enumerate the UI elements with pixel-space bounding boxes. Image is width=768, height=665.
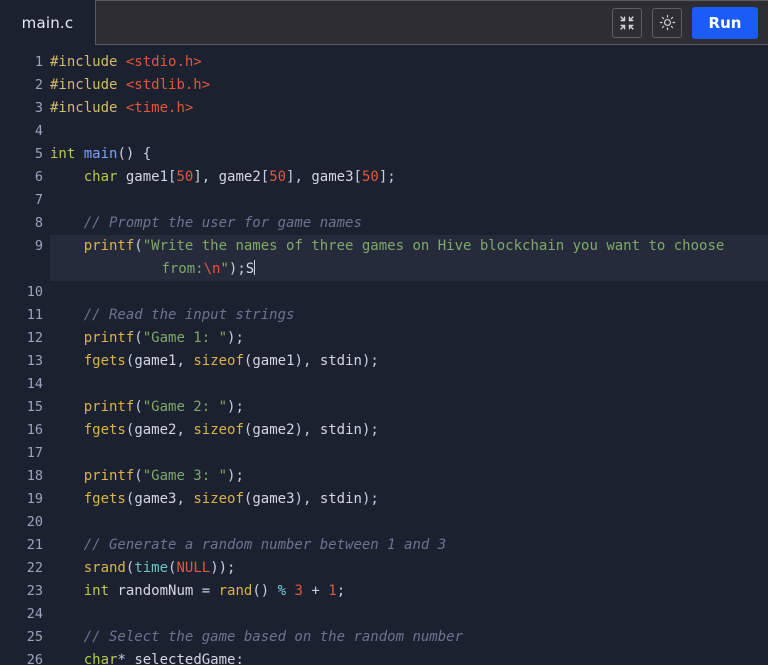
- code-line: 16 fgets(game2, sizeof(game2), stdin);: [0, 419, 768, 442]
- line-number: 17: [26, 445, 43, 461]
- line-content[interactable]: fgets(game3, sizeof(game3), stdin);: [50, 488, 768, 511]
- line-number: 25: [26, 629, 43, 645]
- line-number: 24: [26, 606, 43, 622]
- line-number: 22: [26, 560, 43, 576]
- run-button[interactable]: Run: [692, 6, 758, 39]
- text-cursor: [254, 260, 256, 275]
- line-number: 12: [26, 330, 43, 346]
- line-number: 26: [26, 652, 43, 665]
- line-number: 2: [34, 77, 43, 93]
- code-line: 3 #include <time.h>: [0, 97, 768, 120]
- code-area[interactable]: 1 #include <stdio.h> 2 #include <stdlib.…: [0, 45, 768, 665]
- line-number: 6: [34, 169, 43, 185]
- code-line: 23 int randomNum = rand() % 3 + 1;: [0, 580, 768, 603]
- line-content[interactable]: printf("Write the names of three games o…: [50, 235, 768, 281]
- code-line: 5 ▾ int main() {: [0, 143, 768, 166]
- code-line: 4: [0, 120, 768, 143]
- code-line: 25 // Select the game based on the rando…: [0, 626, 768, 649]
- fold-toggle-icon[interactable]: ▾: [47, 143, 57, 166]
- line-content[interactable]: char* selectedGame:: [50, 649, 768, 665]
- line-content[interactable]: char game1[50], game2[50], game3[50];: [50, 166, 768, 189]
- line-number: 23: [26, 583, 43, 599]
- code-line: 24: [0, 603, 768, 626]
- line-content[interactable]: printf("Game 3: ");: [50, 465, 768, 488]
- line-content[interactable]: fgets(game1, sizeof(game1), stdin);: [50, 350, 768, 373]
- line-number: 8: [34, 215, 43, 231]
- code-line-active: 9 printf("Write the names of three games…: [0, 235, 768, 281]
- line-number-text: 5: [34, 146, 43, 162]
- line-number: 9: [34, 238, 43, 254]
- code-line: 15 printf("Game 2: ");: [0, 396, 768, 419]
- code-line: 21 // Generate a random number between 1…: [0, 534, 768, 557]
- line-number: 19: [26, 491, 43, 507]
- line-number: 15: [26, 399, 43, 415]
- code-line: 1 #include <stdio.h>: [0, 51, 768, 74]
- line-number: 4: [34, 123, 43, 139]
- line-content[interactable]: // Prompt the user for game names: [50, 212, 768, 235]
- code-editor-window: main.c Run 1 #include <stdio.h> 2 #inclu…: [0, 0, 768, 665]
- line-number: 20: [26, 514, 43, 530]
- line-number: 21: [26, 537, 43, 553]
- code-line: 7: [0, 189, 768, 212]
- code-line: 12 printf("Game 1: ");: [0, 327, 768, 350]
- line-content[interactable]: printf("Game 2: ");: [50, 396, 768, 419]
- code-line: 14: [0, 373, 768, 396]
- sun-icon[interactable]: [652, 7, 682, 38]
- code-line: 8 // Prompt the user for game names: [0, 212, 768, 235]
- line-content[interactable]: // Select the game based on the random n…: [50, 626, 768, 649]
- code-line: 13 fgets(game1, sizeof(game1), stdin);: [0, 350, 768, 373]
- line-content[interactable]: int main() {: [50, 143, 768, 166]
- toolbar: Run: [95, 0, 768, 45]
- line-number: 14: [26, 376, 43, 392]
- line-content[interactable]: srand(time(NULL));: [50, 557, 768, 580]
- line-content[interactable]: // Generate a random number between 1 an…: [50, 534, 768, 557]
- line-content[interactable]: #include <stdio.h>: [50, 51, 768, 74]
- code-line: 26 char* selectedGame:: [0, 649, 768, 665]
- tab-label: main.c: [21, 13, 74, 32]
- tab-main-c[interactable]: main.c: [0, 0, 95, 45]
- line-number: 5 ▾: [0, 143, 57, 166]
- line-number: 3: [34, 100, 43, 116]
- line-content[interactable]: int randomNum = rand() % 3 + 1;: [50, 580, 768, 603]
- collapse-arrows-icon[interactable]: [612, 7, 642, 38]
- line-content[interactable]: printf("Game 1: ");: [50, 327, 768, 350]
- code-line: 10: [0, 281, 768, 304]
- line-number: 1: [34, 54, 43, 70]
- code-line: 6 char game1[50], game2[50], game3[50];: [0, 166, 768, 189]
- line-content[interactable]: #include <time.h>: [50, 97, 768, 120]
- code-line: 20: [0, 511, 768, 534]
- line-content[interactable]: fgets(game2, sizeof(game2), stdin);: [50, 419, 768, 442]
- editor-header: main.c Run: [0, 0, 768, 45]
- code-line: 11 // Read the input strings: [0, 304, 768, 327]
- code-line: 18 printf("Game 3: ");: [0, 465, 768, 488]
- line-number: 18: [26, 468, 43, 484]
- line-number: 11: [26, 307, 43, 323]
- line-content[interactable]: #include <stdlib.h>: [50, 74, 768, 97]
- code-line: 22 srand(time(NULL));: [0, 557, 768, 580]
- line-number: 16: [26, 422, 43, 438]
- code-line: 2 #include <stdlib.h>: [0, 74, 768, 97]
- code-line: 19 fgets(game3, sizeof(game3), stdin);: [0, 488, 768, 511]
- line-number: 13: [26, 353, 43, 369]
- line-content[interactable]: // Read the input strings: [50, 304, 768, 327]
- code-line: 17: [0, 442, 768, 465]
- line-number: 10: [26, 284, 43, 300]
- line-number: 7: [34, 192, 43, 208]
